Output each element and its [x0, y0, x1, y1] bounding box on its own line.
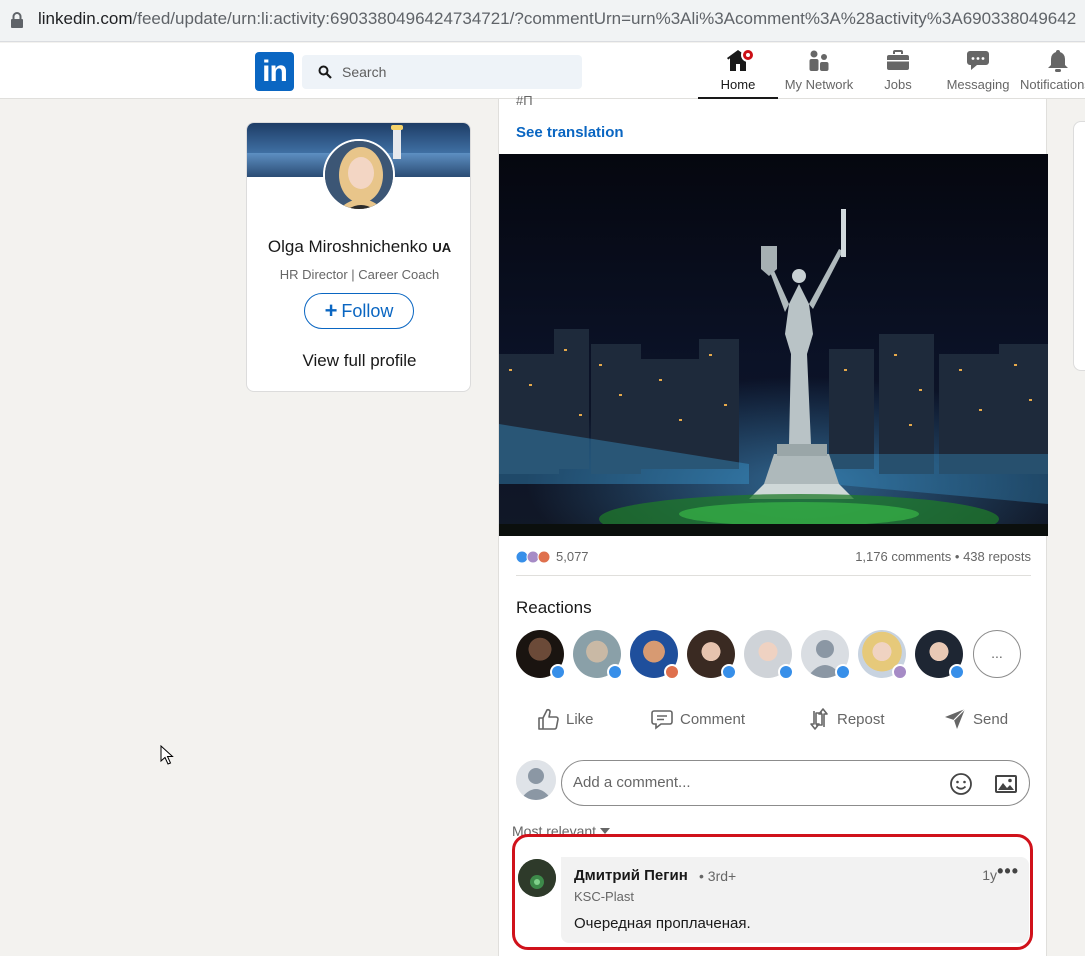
- people-icon: [809, 50, 829, 71]
- follow-button[interactable]: + Follow: [304, 293, 414, 329]
- lock-icon: [11, 12, 23, 28]
- search-input[interactable]: Search: [302, 55, 582, 89]
- repost-button[interactable]: Repost: [807, 697, 885, 741]
- social-counts: 5,077 1,176 comments • 438 reposts: [516, 546, 1031, 570]
- support-badge-icon: [892, 664, 908, 680]
- like-badge-icon: [835, 664, 851, 680]
- notification-dot: [741, 48, 755, 62]
- like-badge-icon: [607, 664, 623, 680]
- current-user-avatar: [516, 760, 556, 800]
- motherland-monument-photo: [499, 154, 1048, 536]
- reactor-avatar[interactable]: [573, 630, 623, 680]
- reactor-avatar[interactable]: [630, 630, 680, 680]
- nav-notifications[interactable]: Notifications: [1020, 49, 1085, 99]
- profile-name[interactable]: Olga Miroshnichenko UA: [247, 237, 470, 257]
- lighthouse-graphic: [391, 125, 403, 159]
- like-badge-icon: [949, 664, 965, 680]
- comments-reposts-count[interactable]: 1,176 comments • 438 reposts: [855, 549, 1031, 564]
- profile-avatar[interactable]: [323, 139, 395, 211]
- like-badge-icon: [721, 664, 737, 680]
- briefcase-icon: [887, 50, 909, 70]
- browser-address-bar[interactable]: linkedin.com/feed/update/urn:li:activity…: [0, 0, 1085, 42]
- search-placeholder: Search: [342, 64, 387, 80]
- divider: [516, 575, 1031, 576]
- post-image[interactable]: [499, 154, 1048, 536]
- search-icon: [318, 65, 332, 79]
- comment-label: Comment: [680, 710, 746, 728]
- follow-label: Follow: [341, 301, 394, 321]
- send-button[interactable]: Send: [943, 697, 1008, 741]
- chat-bubble-icon: [967, 51, 989, 70]
- bell-icon: [1048, 50, 1068, 72]
- url-text: linkedin.com/feed/update/urn:li:activity…: [38, 9, 1076, 29]
- like-badge-icon: [778, 664, 794, 680]
- url-domain: linkedin.com: [38, 9, 133, 28]
- plus-icon: +: [324, 298, 338, 323]
- comment-input[interactable]: Add a comment...: [561, 760, 1030, 806]
- reactor-avatar[interactable]: [687, 630, 737, 680]
- nav-messaging[interactable]: Messaging: [940, 49, 1016, 99]
- reactor-avatar[interactable]: [801, 630, 851, 680]
- like-button[interactable]: Like: [536, 697, 594, 741]
- reactor-avatar[interactable]: [915, 630, 965, 680]
- nav-my-network[interactable]: My Network: [780, 49, 858, 99]
- image-icon[interactable]: [994, 772, 1018, 796]
- reactor-avatar[interactable]: [744, 630, 794, 680]
- comment-button[interactable]: Comment: [650, 697, 745, 741]
- nav-jobs-label: Jobs: [884, 77, 912, 92]
- emoji-icon[interactable]: [949, 772, 973, 796]
- heart-badge-icon: [664, 664, 680, 680]
- default-avatar-icon: [516, 760, 556, 800]
- view-full-profile-link[interactable]: View full profile: [247, 351, 470, 371]
- nav-my-network-label: My Network: [784, 77, 854, 92]
- right-rail-card: [1073, 121, 1085, 371]
- send-icon: [945, 708, 966, 729]
- mouse-cursor-icon: [160, 745, 174, 765]
- post-text-truncated: #П: [516, 93, 533, 108]
- linkedin-logo[interactable]: in: [255, 52, 294, 91]
- nav-home-label: Home: [720, 77, 756, 92]
- more-reactors-button[interactable]: ...: [973, 630, 1021, 678]
- comment-composer: Add a comment...: [516, 760, 1031, 806]
- repost-label: Repost: [837, 710, 885, 728]
- global-nav: in Search Home My Network Jobs Messaging…: [0, 43, 1085, 99]
- reactions-heading: Reactions: [516, 598, 592, 617]
- profile-photo: [325, 141, 393, 209]
- send-label: Send: [973, 710, 1009, 728]
- post-actions: Like Comment Repost Send: [516, 697, 1031, 741]
- reactor-avatar[interactable]: [516, 630, 566, 680]
- comment-icon: [651, 710, 673, 730]
- like-badge-icon: [550, 664, 566, 680]
- nav-notifications-label: Notifications: [1020, 77, 1085, 92]
- profile-card: Olga Miroshnichenko UA HR Director | Car…: [246, 122, 471, 392]
- nav-messaging-label: Messaging: [946, 77, 1010, 92]
- highlight-annotation: [512, 834, 1033, 950]
- comment-placeholder: Add a comment...: [573, 774, 691, 791]
- reactors-list: ...: [516, 630, 1036, 680]
- profile-name-text: Olga Miroshnichenko: [267, 237, 428, 256]
- see-translation-link[interactable]: See translation: [516, 124, 624, 141]
- reactor-avatar[interactable]: [858, 630, 908, 680]
- repost-icon: [810, 708, 828, 730]
- reaction-count[interactable]: 5,077: [556, 549, 589, 564]
- profile-headline: HR Director | Career Coach: [279, 267, 440, 282]
- thumbs-up-icon: [538, 708, 559, 730]
- nav-jobs[interactable]: Jobs: [868, 49, 928, 99]
- like-label: Like: [566, 710, 594, 728]
- profile-name-suffix: UA: [432, 240, 452, 255]
- reaction-icons[interactable]: [516, 549, 556, 565]
- nav-home[interactable]: Home: [698, 48, 778, 99]
- url-path: /feed/update/urn:li:activity:69033804964…: [132, 9, 1077, 28]
- post-card: #П See translation 5,077 1,176 comments …: [498, 93, 1048, 956]
